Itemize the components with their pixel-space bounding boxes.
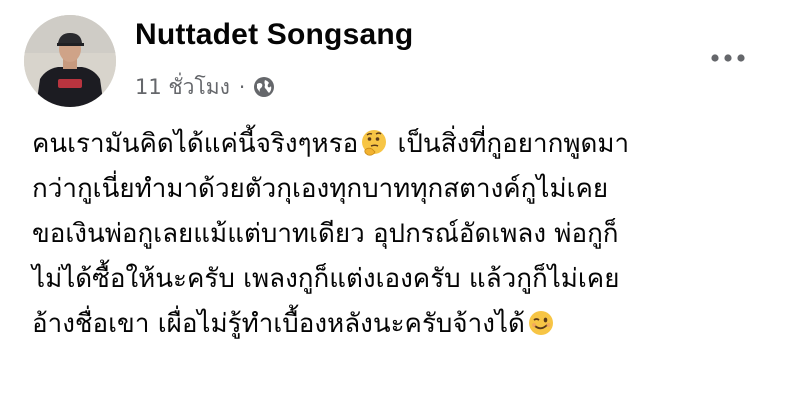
post-line: คนเรามันคิดได้แค่นี้จริงๆหรอ เป็นสิ่งที่… — [32, 122, 782, 167]
more-options-icon — [711, 54, 745, 62]
post-timestamp[interactable]: 11 ชั่วโมง — [135, 71, 230, 104]
post-body: คนเรามันคิดได้แค่นี้จริงๆหรอ เป็นสิ่งที่… — [32, 122, 782, 347]
globe-icon[interactable] — [253, 76, 275, 98]
post-line-text: คนเรามันคิดได้แค่นี้จริงๆหรอ — [32, 129, 359, 159]
post-line: อ้างชื่อเขา เผื่อไม่รู้ทำเบื้องหลังนะครั… — [32, 302, 782, 347]
winking-face-emoji — [526, 308, 556, 338]
avatar-photo — [24, 15, 116, 107]
author-name[interactable]: Nuttadet Songsang — [135, 18, 413, 52]
meta-separator: · — [238, 75, 246, 99]
facebook-post: Nuttadet Songsang 11 ชั่วโมง · คนเรามันค… — [0, 0, 800, 404]
post-line-text: อ้างชื่อเขา เผื่อไม่รู้ทำเบื้องหลังนะครั… — [32, 309, 525, 339]
post-line: ขอเงินพ่อกูเลยแม้แต่บาทเดียว อุปกรณ์อัดเ… — [32, 219, 619, 249]
author-avatar[interactable] — [24, 15, 116, 107]
more-options-button[interactable] — [700, 38, 756, 78]
post-meta: 11 ชั่วโมง · — [135, 70, 275, 104]
thinking-face-emoji — [359, 128, 389, 158]
post-line: กว่ากูเนี่ยทำมาด้วยตัวกุเองทุกบาททุกสตาง… — [32, 174, 609, 204]
post-header: Nuttadet Songsang 11 ชั่วโมง · — [0, 0, 800, 120]
post-line-text-continued: เป็นสิ่งที่กูอยากพูดมา — [389, 129, 630, 159]
post-line: ไม่ได้ซื้อให้นะครับ เพลงกูก็แต่งเองครับ … — [32, 264, 620, 294]
